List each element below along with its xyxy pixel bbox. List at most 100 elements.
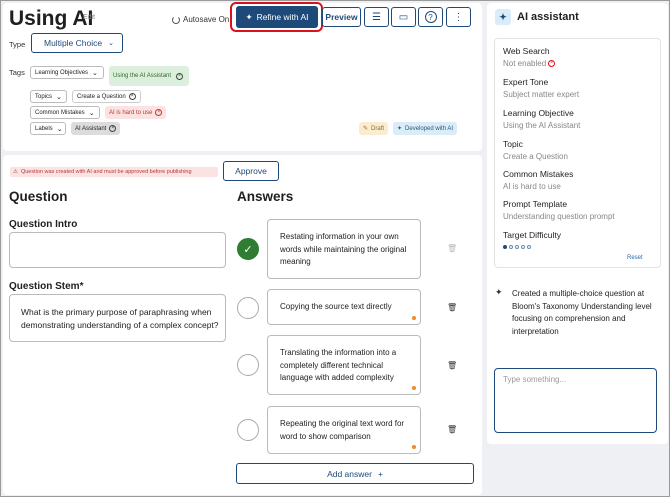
answer-option[interactable]: Copying the source text directly <box>267 289 421 325</box>
correct-answer-radio[interactable]: ✓ <box>237 238 259 260</box>
common-mistakes-select[interactable]: Common Mistakes ⌄ <box>30 106 100 119</box>
magic-wand-icon: ✦ <box>397 126 403 132</box>
difficulty-selector[interactable] <box>503 245 531 249</box>
chevron-down-icon: ⌄ <box>56 125 63 133</box>
magic-wand-icon: ✦ <box>245 11 253 22</box>
ai-assistant-title: AI assistant <box>517 11 579 23</box>
answer-text: Translating the information into a compl… <box>280 348 397 382</box>
setting-tone-key: Expert Tone <box>503 77 549 87</box>
setting-topic-value[interactable]: Create a Question <box>503 152 568 161</box>
question-heading: Question <box>9 189 68 204</box>
tag-chip-learning-objective: Using the AI Assistant × <box>109 66 189 86</box>
chat-input[interactable]: Type something... <box>494 368 657 433</box>
tag-chip-label: Using the AI Assistant <box>113 73 172 79</box>
tag-chip-topic: Create a Question × <box>72 90 141 103</box>
tag-chip-label: AI Assistant <box>75 125 107 132</box>
answer-text: Restating information in your own words … <box>280 232 407 266</box>
difficulty-dot[interactable] <box>503 245 507 249</box>
edit-title-link[interactable]: Edit <box>83 14 95 21</box>
tag-select-label: Learning Objectives <box>35 69 89 76</box>
check-icon: ✓ <box>243 243 253 256</box>
app-frame: Using AI Edit Autosave On ✦ Refine with … <box>0 0 670 497</box>
status-dot <box>412 386 416 390</box>
comment-button[interactable]: ▭ <box>391 7 416 27</box>
type-value: Multiple Choice <box>44 38 103 48</box>
add-answer-button[interactable]: Add answer + <box>236 463 474 484</box>
tag-chip-label-ai: AI Assistant × <box>71 122 121 135</box>
comment-icon: ▭ <box>398 11 409 23</box>
answer-option[interactable]: Repeating the original text word for wor… <box>267 406 421 454</box>
setting-mistakes-value[interactable]: AI is hard to use <box>503 182 561 191</box>
answer-radio[interactable] <box>237 354 259 376</box>
setting-template-key: Prompt Template <box>503 199 568 209</box>
question-stem-text: What is the primary purpose of paraphras… <box>21 307 219 330</box>
tags-label: Tags <box>9 68 25 77</box>
remove-tag-icon[interactable]: × <box>109 125 117 132</box>
setting-topic-key: Topic <box>503 139 523 149</box>
chevron-down-icon: ⌄ <box>92 69 98 77</box>
remove-tag-icon[interactable]: × <box>176 72 183 80</box>
answer-option[interactable]: Translating the information into a compl… <box>267 335 421 395</box>
difficulty-dot[interactable] <box>521 245 525 249</box>
plus-icon: + <box>377 468 383 479</box>
preview-button[interactable]: Preview <box>322 7 361 27</box>
warning-icon: ⚠ <box>13 169 18 175</box>
setting-objective-key: Learning Objective <box>503 108 574 118</box>
remove-tag-icon[interactable]: × <box>128 93 136 100</box>
tag-chip-label: AI is hard to use <box>109 109 153 116</box>
topics-select[interactable]: Topics ⌄ <box>30 90 67 103</box>
setting-tone-value[interactable]: Subject matter expert <box>503 90 579 99</box>
setting-web-search-key: Web Search <box>503 46 550 56</box>
setting-web-search-value[interactable]: Not enabled × <box>503 59 556 68</box>
setting-value: Not enabled <box>503 59 547 68</box>
difficulty-dot[interactable] <box>515 245 519 249</box>
refresh-icon <box>172 15 180 24</box>
list-button[interactable]: ☰ <box>364 7 389 27</box>
remove-tag-icon[interactable]: × <box>155 109 163 116</box>
page-title: Using AI <box>9 7 94 30</box>
status-dot <box>412 445 416 449</box>
tag-select-label: Common Mistakes <box>35 109 85 116</box>
disabled-icon: × <box>548 60 556 68</box>
magic-wand-icon: ✦ <box>495 287 503 297</box>
delete-answer-icon[interactable]: 🗑 <box>447 303 457 312</box>
chat-placeholder: Type something... <box>503 375 567 384</box>
answer-radio[interactable] <box>237 419 259 441</box>
help-button[interactable]: ? <box>418 7 443 27</box>
setting-template-value[interactable]: Understanding question prompt <box>503 212 615 221</box>
list-icon: ☰ <box>372 11 381 23</box>
delete-answer-icon[interactable]: 🗑 <box>447 361 457 370</box>
learning-objectives-select[interactable]: Learning Objectives ⌄ <box>30 66 104 79</box>
difficulty-dot[interactable] <box>509 245 513 249</box>
tag-select-label: Topics <box>35 93 53 100</box>
refine-with-ai-button[interactable]: ✦ Refine with AI <box>236 6 318 28</box>
ai-assistant-header: ✦ AI assistant <box>495 9 579 25</box>
chevron-down-icon: ⌄ <box>108 40 114 47</box>
delete-answer-icon[interactable]: 🗑 <box>447 425 457 434</box>
type-select[interactable]: Multiple Choice ⌄ <box>31 33 123 53</box>
answer-option[interactable]: Restating information in your own words … <box>267 219 421 279</box>
setting-objective-value[interactable]: Using the AI Assistant <box>503 121 580 130</box>
more-button[interactable]: ⋮ <box>446 7 471 27</box>
approve-button[interactable]: Approve <box>223 161 279 181</box>
setting-difficulty-key: Target Difficulty <box>503 230 561 240</box>
draft-badge: ✎ Draft <box>359 122 389 135</box>
autosave-indicator[interactable]: Autosave On <box>172 15 229 24</box>
reset-link[interactable]: Reset <box>627 255 643 261</box>
autosave-label: Autosave On <box>183 15 230 24</box>
delete-answer-icon[interactable]: 🗑 <box>447 244 457 253</box>
refine-label: Refine with AI <box>256 12 309 22</box>
magic-wand-icon: ✦ <box>495 9 511 25</box>
developed-with-ai-badge: ✦ Developed with AI <box>393 122 458 135</box>
help-icon: ? <box>424 11 437 23</box>
type-label: Type <box>9 40 26 49</box>
question-intro-input[interactable] <box>9 232 226 268</box>
tag-select-label: Labels <box>35 125 53 132</box>
labels-select[interactable]: Labels ⌄ <box>30 122 66 135</box>
ai-response-message: Created a multiple-choice question at Bl… <box>512 289 652 336</box>
tag-chip-label: Create a Question <box>77 93 126 100</box>
tag-chip-common-mistake: AI is hard to use × <box>105 106 167 119</box>
pencil-icon: ✎ <box>363 126 369 132</box>
difficulty-dot[interactable] <box>527 245 531 249</box>
answer-radio[interactable] <box>237 297 259 319</box>
